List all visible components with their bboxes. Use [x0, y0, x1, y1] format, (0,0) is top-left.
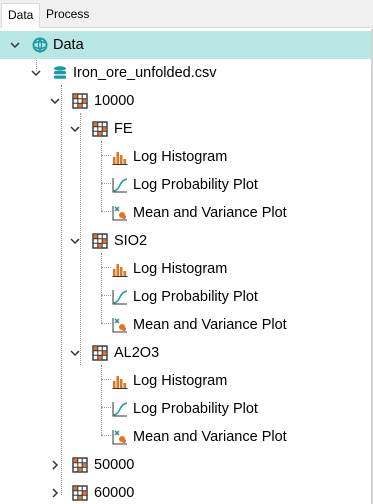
chevron-down-icon[interactable]	[29, 66, 43, 80]
tree-node-data-root[interactable]: Data	[0, 31, 373, 59]
tree-node-group-50000[interactable]: 50000	[0, 451, 373, 479]
chevron-down-icon[interactable]	[68, 234, 82, 248]
probability-curve-icon	[112, 402, 128, 417]
tree-node-group-60000[interactable]: 60000	[0, 479, 373, 504]
tree-node-label: Iron_ore_unfolded.csv	[73, 65, 217, 81]
chevron-right-icon[interactable]	[48, 486, 62, 500]
histogram-icon	[112, 152, 128, 165]
tree-node-mean-variance-plot[interactable]: Mean and Variance Plot	[0, 199, 373, 227]
tree-node-mean-variance-plot[interactable]: Mean and Variance Plot	[0, 311, 373, 339]
tree-node-label: Log Histogram	[133, 149, 228, 165]
tree-node-label: Log Histogram	[133, 373, 228, 389]
tree-node-log-probability-plot[interactable]: Log Probability Plot	[0, 171, 373, 199]
tree-node-log-histogram[interactable]: Log Histogram	[0, 143, 373, 171]
tab-process[interactable]: Process	[40, 3, 95, 28]
tab-bar: Data Process	[0, 0, 373, 28]
data-tree: Data Iron_ore_unfolded.csv 10000 FE Log …	[0, 29, 373, 504]
histogram-icon	[112, 376, 128, 389]
tree-node-label: 60000	[94, 485, 135, 501]
probability-curve-icon	[112, 178, 128, 193]
histogram-icon	[112, 264, 128, 277]
database-globe-icon	[32, 37, 48, 53]
tree-node-mean-variance-plot[interactable]: Mean and Variance Plot	[0, 423, 373, 451]
grid-table-icon	[72, 485, 88, 501]
grid-table-icon	[72, 457, 88, 473]
tree-node-variable-al2o3[interactable]: AL2O3	[0, 339, 373, 367]
chevron-down-icon[interactable]	[8, 38, 22, 52]
grid-table-icon	[92, 345, 108, 361]
mean-variance-icon	[112, 318, 127, 333]
probability-curve-icon	[112, 290, 128, 305]
database-icon	[54, 66, 66, 79]
tree-node-label: Log Probability Plot	[133, 401, 258, 417]
tree-node-label: 10000	[94, 93, 135, 109]
tree-node-label: Log Histogram	[133, 261, 228, 277]
tree-node-label: Mean and Variance Plot	[133, 205, 287, 221]
tree-node-label: FE	[114, 121, 133, 137]
chevron-down-icon[interactable]	[48, 94, 62, 108]
tree-node-log-probability-plot[interactable]: Log Probability Plot	[0, 283, 373, 311]
tree-node-log-histogram[interactable]: Log Histogram	[0, 255, 373, 283]
tree-node-label: 50000	[94, 457, 135, 473]
tab-data[interactable]: Data	[1, 3, 41, 28]
tree-node-label: SIO2	[114, 233, 148, 249]
tree-node-label: Data	[53, 37, 84, 53]
grid-table-icon	[72, 93, 88, 109]
grid-table-icon	[92, 121, 108, 137]
grid-table-icon	[92, 233, 108, 249]
tree-node-variable-fe[interactable]: FE	[0, 115, 373, 143]
tree-node-label: Log Probability Plot	[133, 289, 258, 305]
tree-node-label: Mean and Variance Plot	[133, 429, 287, 445]
tree-node-file[interactable]: Iron_ore_unfolded.csv	[0, 59, 373, 87]
tree-node-variable-sio2[interactable]: SIO2	[0, 227, 373, 255]
tree-node-log-histogram[interactable]: Log Histogram	[0, 367, 373, 395]
tree-node-label: AL2O3	[114, 345, 160, 361]
tree-node-group-10000[interactable]: 10000	[0, 87, 373, 115]
tree-node-label: Mean and Variance Plot	[133, 317, 287, 333]
tree-node-log-probability-plot[interactable]: Log Probability Plot	[0, 395, 373, 423]
mean-variance-icon	[112, 206, 127, 221]
chevron-right-icon[interactable]	[48, 458, 62, 472]
chevron-down-icon[interactable]	[68, 122, 82, 136]
mean-variance-icon	[112, 430, 127, 445]
tree-node-label: Log Probability Plot	[133, 177, 258, 193]
chevron-down-icon[interactable]	[68, 346, 82, 360]
